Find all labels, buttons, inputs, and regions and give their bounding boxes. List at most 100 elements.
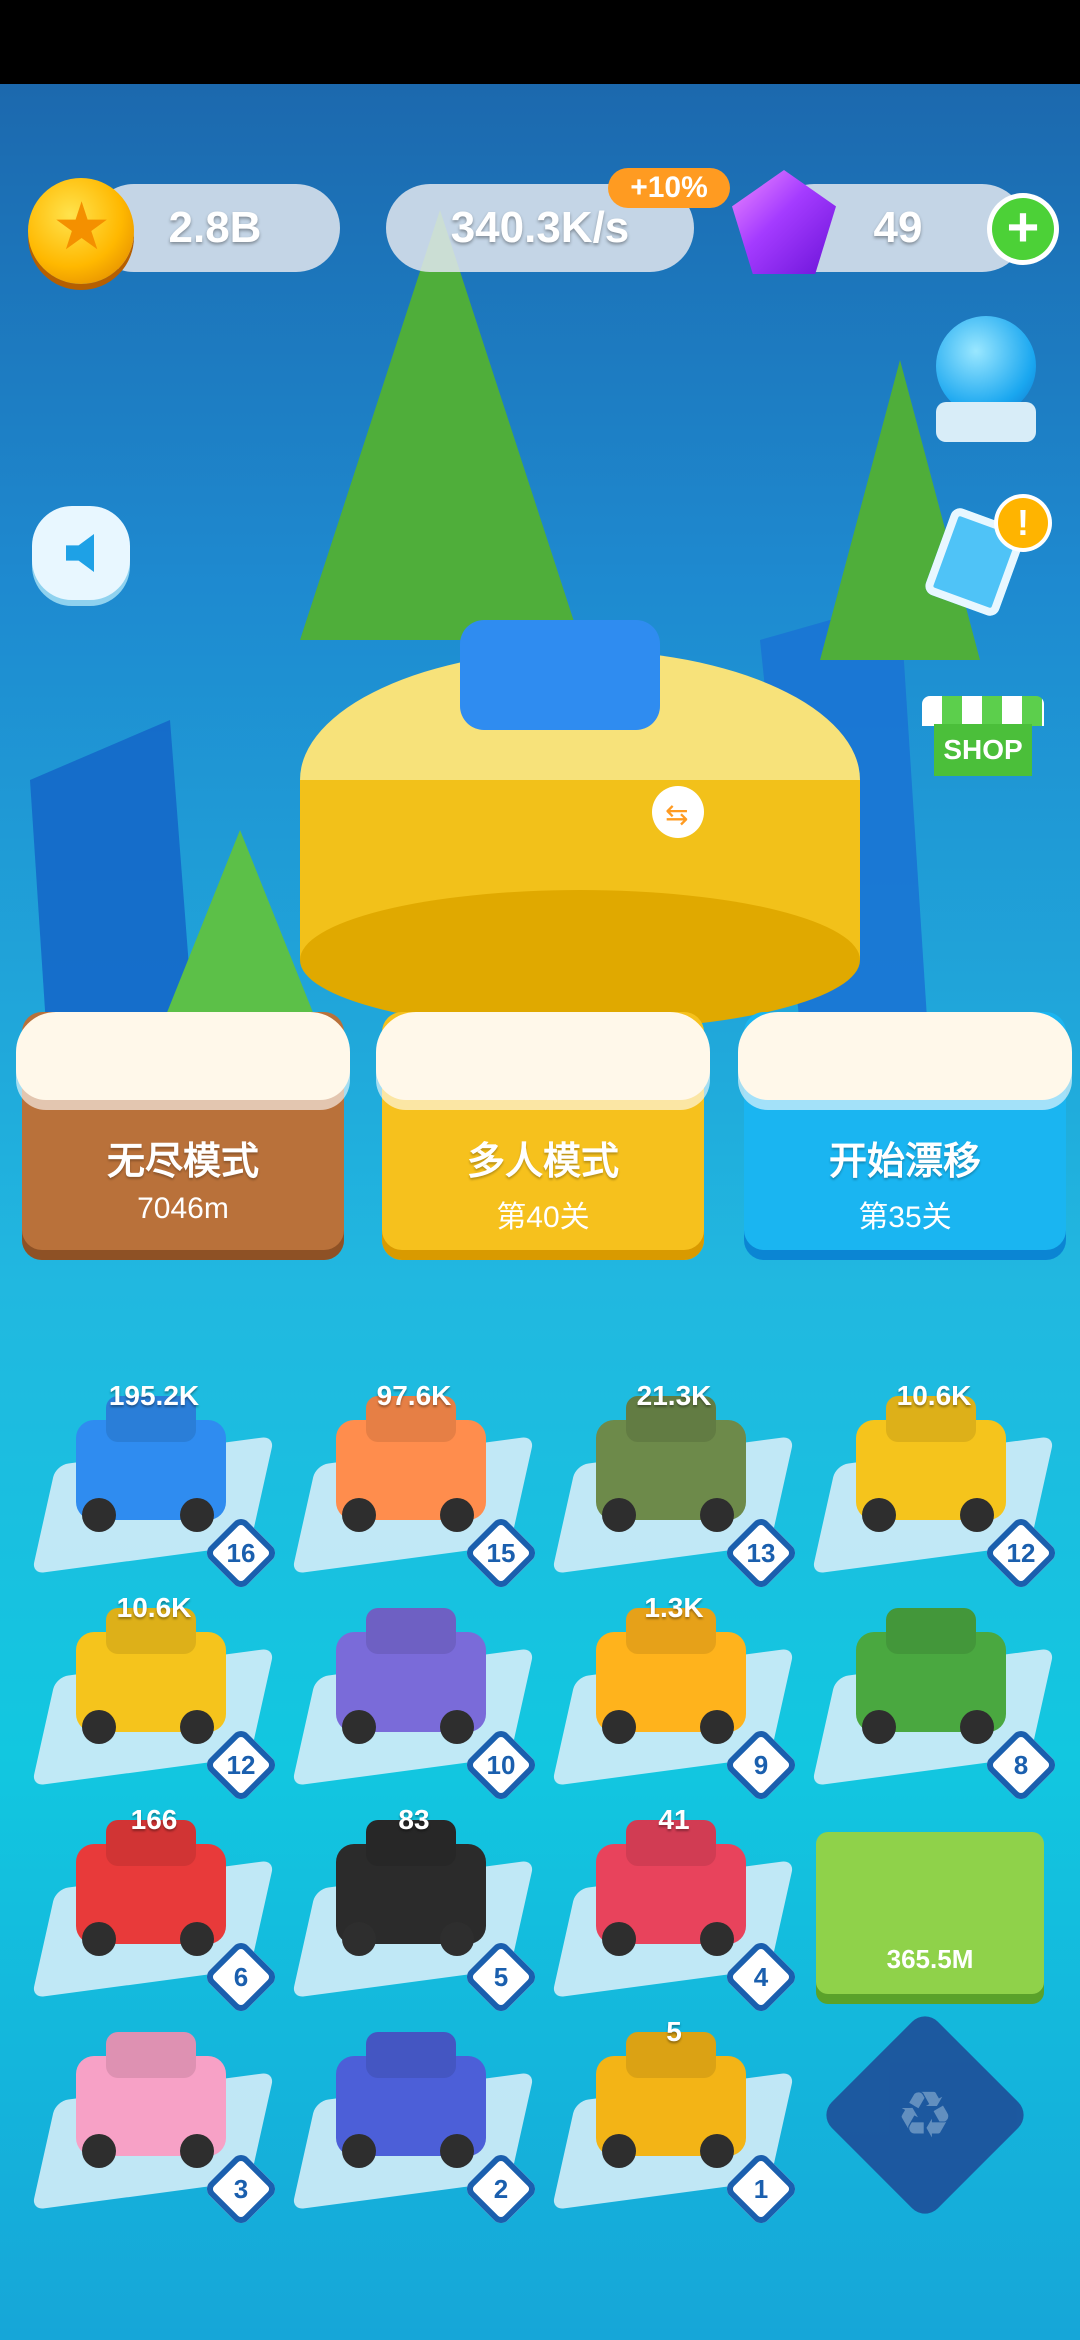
garage-slot[interactable]: 8 xyxy=(811,1592,1060,1804)
car-level: 9 xyxy=(753,1749,769,1780)
car-level: 5 xyxy=(493,1961,509,1992)
car-level-badge: 6 xyxy=(202,1938,280,2016)
gem-balance: 49 xyxy=(873,203,923,252)
game-screen: ⇆ 2.8B 340.3K/s +10% 49 + ! SHOP 无尽模式 70… xyxy=(0,0,1080,2340)
car-earning: 5 xyxy=(666,2016,682,2047)
car-earning: 10.6K xyxy=(116,1592,192,1623)
car-level: 6 xyxy=(233,1961,249,1992)
drift-mode-card[interactable]: 开始漂移 第35关 xyxy=(738,1012,1072,1260)
car-level-badge: 12 xyxy=(202,1726,280,1804)
car-level-badge: 3 xyxy=(202,2150,280,2228)
garage-slot[interactable]: 97.6K 15 xyxy=(291,1380,540,1592)
wheel-icon xyxy=(602,1710,636,1744)
endless-mode-card[interactable]: 无尽模式 7046m xyxy=(16,1012,350,1260)
snow-cap xyxy=(376,1012,710,1100)
income-boost: +10% xyxy=(630,171,708,204)
car-level: 12 xyxy=(1006,1537,1036,1568)
car-level-badge: 5 xyxy=(462,1938,540,2016)
showcase-car-body xyxy=(460,620,660,730)
shop-button[interactable]: SHOP xyxy=(922,696,1044,782)
wheel-icon xyxy=(180,1710,214,1744)
car-level-badge: 8 xyxy=(982,1726,1060,1804)
garage-slot[interactable]: 10.6K 12 xyxy=(811,1380,1060,1592)
garage-slot[interactable]: 2 xyxy=(291,2016,540,2228)
wheel-icon xyxy=(82,1498,116,1532)
car-earning: 41 xyxy=(658,1804,690,1835)
car-level: 16 xyxy=(226,1537,256,1568)
garage-slot[interactable]: 10.6K 12 xyxy=(31,1592,280,1804)
offer-price: 365.5M xyxy=(886,1944,974,1974)
sound-toggle-button[interactable] xyxy=(32,506,130,600)
car-level-badge: 15 xyxy=(462,1514,540,1592)
car-earning: 1.3K xyxy=(644,1592,704,1623)
garage-slot[interactable]: 10 xyxy=(291,1592,540,1804)
shop-label: SHOP xyxy=(934,724,1032,776)
wheel-icon xyxy=(440,2134,474,2168)
mode-title: 无尽模式 xyxy=(106,1141,259,1183)
income-rate: 340.3K/s xyxy=(450,203,630,252)
car-level: 2 xyxy=(493,2173,509,2204)
car-level-badge: 13 xyxy=(722,1514,800,1592)
car-earning: 166 xyxy=(130,1804,178,1835)
alert-badge: ! xyxy=(998,498,1048,548)
car-earning: 97.6K xyxy=(376,1380,452,1411)
garage-slot[interactable]: 1.3K 9 xyxy=(551,1592,800,1804)
garage-slot[interactable]: 195.2K 16 xyxy=(31,1380,280,1592)
tasks-button[interactable]: ! xyxy=(922,498,1048,619)
income-boost-badge[interactable]: +10% xyxy=(608,168,730,208)
wheel-icon xyxy=(342,1922,376,1956)
car-offer-tile[interactable]: 365.5M xyxy=(816,1832,1044,1994)
wheel-icon xyxy=(180,1922,214,1956)
car-level-badge: 12 xyxy=(982,1514,1060,1592)
mode-subtitle: 7046m xyxy=(137,1192,229,1225)
wheel-icon xyxy=(960,1498,994,1532)
car-level: 12 xyxy=(226,1749,256,1780)
add-gems-button[interactable]: + xyxy=(992,198,1054,260)
recycle-icon: ♻ xyxy=(896,2078,954,2151)
car-level-badge: 2 xyxy=(462,2150,540,2228)
wheel-icon xyxy=(82,1710,116,1744)
wheel-icon xyxy=(440,1922,474,1956)
tree-1 xyxy=(300,210,580,640)
svg-text:⇆: ⇆ xyxy=(665,798,688,831)
wheel-icon xyxy=(342,1498,376,1532)
car-level-badge: 1 xyxy=(722,2150,800,2228)
car-earning: 83 xyxy=(398,1804,430,1835)
garage-slot[interactable]: 83 5 xyxy=(291,1804,540,2016)
podium-bottom xyxy=(300,890,860,1030)
car-earning: 195.2K xyxy=(108,1380,200,1411)
wheel-icon xyxy=(82,1922,116,1956)
wheel-icon xyxy=(862,1710,896,1744)
wheel-icon xyxy=(342,1710,376,1744)
car-level: 3 xyxy=(233,2173,249,2204)
car-level: 10 xyxy=(486,1749,516,1780)
car-level: 8 xyxy=(1013,1749,1029,1780)
car-level: 15 xyxy=(486,1537,516,1568)
wheel-icon xyxy=(180,2134,214,2168)
garage-slot[interactable]: 51 xyxy=(551,2016,800,2228)
wheel-icon xyxy=(440,1498,474,1532)
garage-slot[interactable]: 166 6 xyxy=(31,1804,280,2016)
wheel-icon xyxy=(602,1922,636,1956)
garage-slot[interactable]: 41 4 xyxy=(551,1804,800,2016)
mode-title: 多人模式 xyxy=(466,1141,619,1183)
recycle-bin[interactable]: ♻ xyxy=(818,2008,1032,2222)
wheel-icon xyxy=(180,1498,214,1532)
garage-slot[interactable]: 21.3K 13 xyxy=(551,1380,800,1592)
car-earning: 21.3K xyxy=(636,1380,712,1411)
coin-icon xyxy=(28,178,134,284)
shop-awning-icon xyxy=(922,696,1044,726)
garage-slot[interactable]: 3 xyxy=(31,2016,280,2228)
mode-title: 开始漂移 xyxy=(828,1141,981,1183)
snowglobe-base xyxy=(936,402,1036,442)
wheel-icon xyxy=(700,2134,734,2168)
car-level-badge: 16 xyxy=(202,1514,280,1592)
multiplayer-mode-card[interactable]: 多人模式 第40关 xyxy=(376,1012,710,1260)
wheel-icon xyxy=(602,2134,636,2168)
wheel-icon xyxy=(342,2134,376,2168)
mode-subtitle: 第35关 xyxy=(858,1201,952,1234)
snowglobe-button[interactable] xyxy=(932,316,1040,444)
coin-balance: 2.8B xyxy=(168,203,262,252)
wheel-icon xyxy=(700,1922,734,1956)
snowglobe-icon xyxy=(936,316,1036,416)
